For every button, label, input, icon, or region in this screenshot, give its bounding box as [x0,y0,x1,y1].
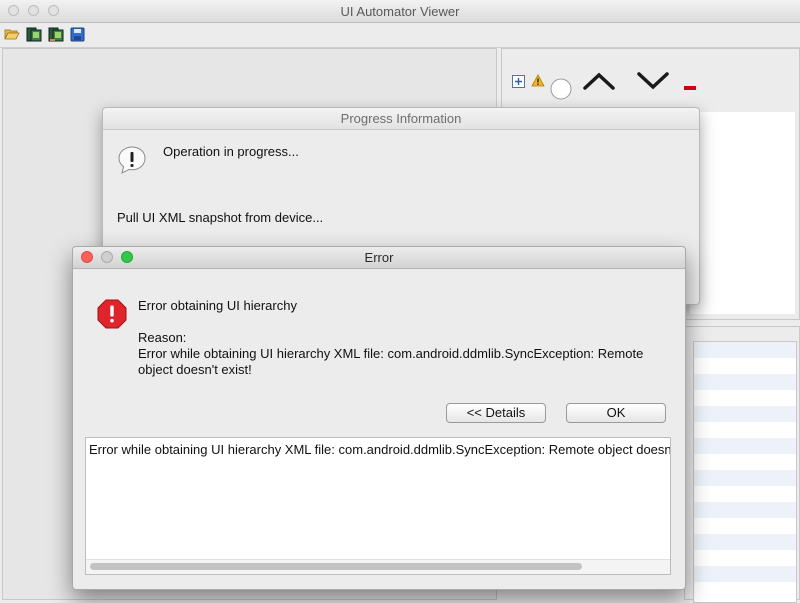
save-icon[interactable] [70,27,86,42]
chevron-down-icon[interactable] [636,71,670,94]
circle-icon[interactable] [550,78,572,103]
details-text-area[interactable]: Error while obtaining UI hierarchy XML f… [85,437,671,575]
error-heading: Error obtaining UI hierarchy [138,298,297,313]
folder-open-icon[interactable] [4,27,20,42]
window-title: UI Automator Viewer [340,4,460,19]
info-bubble-icon [116,144,148,179]
error-stop-icon [97,299,127,332]
error-titlebar: Error [73,247,685,269]
scrollbar-thumb[interactable] [90,563,582,570]
progress-titlebar: Progress Information [103,108,699,130]
device-screenshot-compressed-icon[interactable] [48,27,64,42]
details-text: Error while obtaining UI hierarchy XML f… [89,442,671,457]
minus-icon[interactable] [684,79,696,94]
main-toolbar [0,23,800,48]
hierarchy-tree[interactable] [690,112,795,314]
properties-pane [684,326,800,603]
horizontal-scrollbar[interactable] [86,559,670,574]
main-titlebar: UI Automator Viewer [0,0,800,23]
reason-label: Reason: [138,330,187,345]
progress-title: Progress Information [340,111,462,126]
ok-button[interactable]: OK [566,403,666,423]
expand-all-icon[interactable] [512,75,525,91]
device-screenshot-icon[interactable] [26,27,42,42]
warning-icon[interactable] [531,74,545,90]
properties-table[interactable] [693,341,797,603]
details-button[interactable]: << Details [446,403,546,423]
reason-line-2: object doesn't exist! [138,362,252,377]
chevron-up-icon[interactable] [582,71,616,94]
error-dialog: Error Error obtaining UI hierarchy Reaso… [72,246,686,590]
progress-message: Operation in progress... [163,144,299,159]
error-title: Error [364,250,394,265]
reason-line-1: Error while obtaining UI hierarchy XML f… [138,346,644,361]
progress-task: Pull UI XML snapshot from device... [117,210,324,225]
